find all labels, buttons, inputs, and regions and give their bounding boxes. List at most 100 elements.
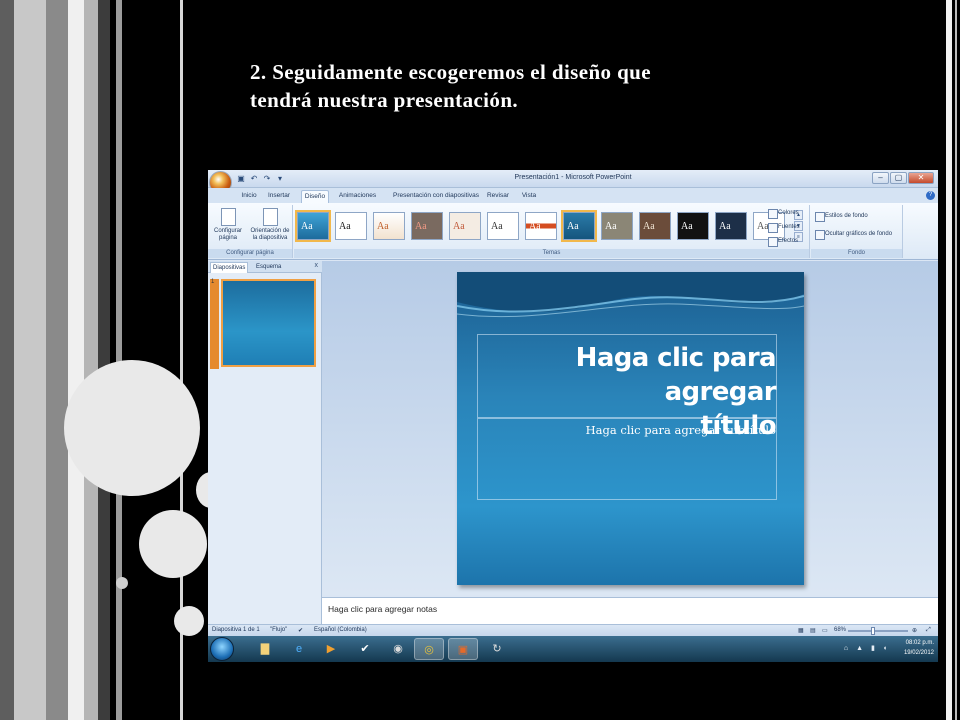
sync-icon[interactable]: ↻: [482, 638, 512, 660]
hp-icon[interactable]: ◉: [383, 638, 413, 660]
theme-name: "Flujo": [270, 627, 288, 633]
stripe-dark: [98, 0, 110, 720]
tab-diseno[interactable]: Diseño: [301, 190, 329, 203]
view-normal-icon[interactable]: ▦: [798, 627, 804, 634]
powerpoint-taskbar-icon[interactable]: ▣: [448, 638, 478, 660]
orientacion-label: Orientación de la diapositiva: [250, 228, 290, 241]
stripe-white: [68, 0, 84, 720]
circle-large: [64, 360, 200, 496]
window-controls: – ▢ ✕: [872, 172, 934, 184]
slide-thumbnail[interactable]: [221, 279, 316, 367]
theme-thumb-4[interactable]: Aa: [411, 212, 443, 240]
window-titlebar: ▣ ↶ ↷ ▾ Presentación1 - Microsoft PowerP…: [208, 170, 938, 188]
minimize-button[interactable]: –: [872, 172, 889, 184]
group-configurar-pagina: Configurar página Orientación de la diap…: [208, 205, 293, 258]
tab-diapositivas[interactable]: Diapositivas: [210, 262, 249, 273]
internet-explorer-icon[interactable]: e: [284, 638, 314, 660]
slide-canvas: 2. Seguidamente escogeremos el diseño qu…: [0, 0, 960, 720]
slide-editor: Haga clic para agregar título Haga clic …: [322, 261, 938, 595]
checkmark-app-icon[interactable]: ✔: [350, 638, 380, 660]
help-icon[interactable]: ?: [926, 191, 935, 200]
status-bar: Diapositiva 1 de 1 "Flujo" ✔ Español (Co…: [208, 624, 938, 636]
current-slide: Haga clic para agregar título Haga clic …: [457, 272, 804, 585]
group-label-configurar: Configurar página: [208, 249, 292, 258]
slide-subtitle: Haga clic para agregar subtítulo: [585, 423, 776, 437]
title-placeholder[interactable]: Haga clic para agregar título: [477, 334, 777, 441]
theme-thumb-3[interactable]: Aa: [373, 212, 405, 240]
tab-animaciones[interactable]: Animaciones: [335, 190, 380, 203]
group-temas: Aa Aa Aa Aa Aa Aa Aa Aa Aa Aa Aa Aa Aa ▲…: [294, 205, 810, 258]
theme-thumb-1[interactable]: Aa: [295, 210, 331, 242]
slide-number: 1: [211, 279, 215, 285]
panel-close-icon[interactable]: x: [315, 262, 319, 269]
language[interactable]: Español (Colombia): [314, 627, 367, 633]
circle-small: [174, 606, 204, 636]
powerpoint-screenshot: ▣ ↶ ↷ ▾ Presentación1 - Microsoft PowerP…: [208, 170, 938, 662]
clock-time: 08:02 p.m.: [905, 640, 934, 646]
theme-thumb-10[interactable]: Aa: [639, 212, 671, 240]
theme-thumb-12[interactable]: Aa: [715, 212, 747, 240]
zoom-level[interactable]: 68%: [834, 627, 846, 633]
tab-revisar[interactable]: Revisar: [484, 190, 512, 203]
theme-thumb-5[interactable]: Aa: [449, 212, 481, 240]
ribbon: Configurar página Orientación de la diap…: [208, 203, 938, 260]
tab-esquema[interactable]: Esquema: [254, 262, 283, 273]
stripe-grey: [84, 0, 98, 720]
slides-panel: Diapositivas Esquema x 1: [208, 261, 322, 635]
stripe-light-grey: [14, 0, 46, 720]
tab-insertar[interactable]: Insertar: [264, 190, 294, 203]
heading-line-2: tendrá nuestra presentación.: [250, 88, 519, 112]
orientation-icon: [262, 208, 278, 226]
selected-slide-bar: [210, 279, 219, 369]
media-player-icon[interactable]: ▶: [316, 638, 346, 660]
tray-icons[interactable]: ⌂ ▲ ▮ ◖: [844, 644, 890, 652]
efectos-button[interactable]: Efectos: [768, 236, 798, 247]
explorer-icon[interactable]: ▇: [250, 638, 280, 660]
stripe-dark-grey: [0, 0, 14, 720]
zoom-slider[interactable]: [848, 630, 908, 632]
zoom-in-icon[interactable]: ⊕: [912, 627, 917, 634]
clock[interactable]: 08:02 p.m. 19/02/2012: [904, 638, 934, 658]
close-button[interactable]: ✕: [908, 172, 934, 184]
panel-tabs: Diapositivas Esquema x: [208, 261, 322, 273]
chrome-icon[interactable]: ◎: [414, 638, 444, 660]
tab-vista[interactable]: Vista: [518, 190, 540, 203]
notes-placeholder: Haga clic para agregar notas: [328, 604, 438, 614]
slide-heading: 2. Seguidamente escogeremos el diseño qu…: [250, 58, 890, 114]
spellcheck-icon[interactable]: ✔: [298, 627, 303, 634]
view-show-icon[interactable]: ▭: [822, 627, 828, 634]
colores-button-2[interactable]: Colores: [768, 208, 799, 219]
orientacion-button[interactable]: Orientación de la diapositiva: [248, 208, 292, 242]
tab-presentacion[interactable]: Presentación con diapositivas: [386, 190, 486, 203]
theme-thumb-9[interactable]: Aa: [601, 212, 633, 240]
ribbon-tabs: Inicio Insertar Diseño Animaciones Prese…: [208, 188, 938, 203]
wave-decoration: [457, 272, 804, 318]
view-sorter-icon[interactable]: ▤: [810, 627, 816, 634]
zoom-knob[interactable]: [871, 627, 875, 635]
stripe-right: [946, 0, 952, 720]
theme-thumb-6[interactable]: Aa: [487, 212, 519, 240]
group-fondo: Estilos de fondo Ocultar gráficos de fon…: [811, 205, 903, 258]
fuentes-button[interactable]: Fuentes: [768, 222, 800, 233]
ocultar-graficos-checkbox[interactable]: Ocultar gráficos de fondo: [815, 229, 892, 240]
notes-pane[interactable]: Haga clic para agregar notas: [322, 597, 938, 624]
clock-date: 19/02/2012: [903, 650, 934, 656]
tab-inicio[interactable]: Inicio: [238, 190, 260, 203]
theme-thumb-8[interactable]: Aa: [561, 210, 597, 242]
circle-tiny: [116, 577, 128, 589]
configurar-pagina-label: Configurar página: [213, 228, 242, 241]
circle-medium: [139, 510, 207, 578]
heading-line-1: 2. Seguidamente escogeremos el diseño qu…: [250, 60, 651, 84]
theme-thumb-2[interactable]: Aa: [335, 212, 367, 240]
fit-slide-icon[interactable]: ⤢: [926, 627, 931, 634]
group-label-fondo: Fondo: [811, 249, 902, 258]
maximize-button[interactable]: ▢: [890, 172, 907, 184]
stripe-mid-grey: [46, 0, 68, 720]
theme-thumb-7[interactable]: Aa: [525, 212, 557, 240]
start-button[interactable]: [210, 637, 234, 661]
subtitle-placeholder[interactable]: Haga clic para agregar subtítulo: [477, 418, 777, 500]
configurar-pagina-button[interactable]: Configurar página: [211, 208, 245, 242]
estilos-fondo-button[interactable]: Estilos de fondo: [815, 211, 868, 222]
stripe-right-thin: [955, 0, 957, 720]
theme-thumb-11[interactable]: Aa: [677, 212, 709, 240]
